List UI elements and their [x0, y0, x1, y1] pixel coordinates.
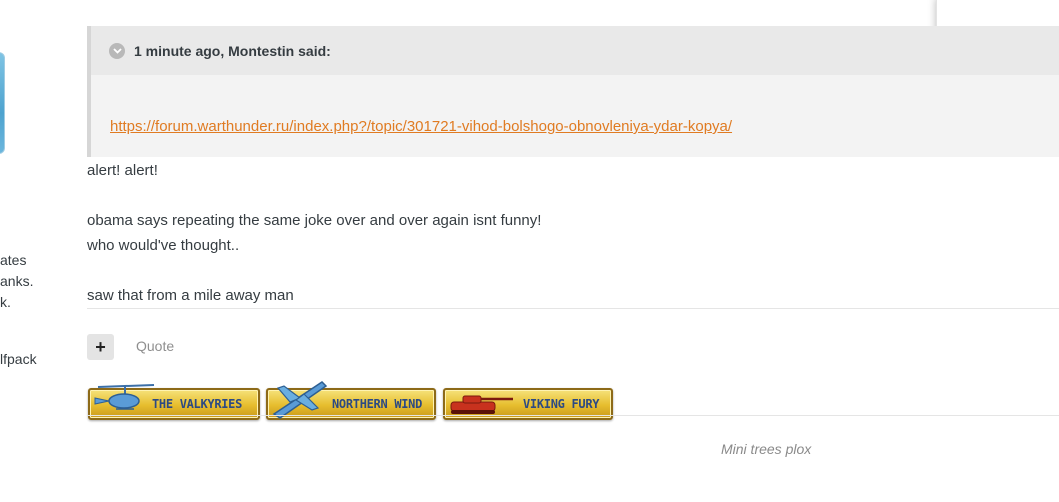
author-info-line: anks.: [0, 273, 34, 289]
post-line-blank: [87, 183, 541, 208]
helicopter-icon: [94, 384, 155, 410]
quote-block: 1 minute ago, Montestin said: https://fo…: [87, 26, 1059, 157]
quote-header[interactable]: 1 minute ago, Montestin said:: [91, 26, 1059, 75]
author-info: ates anks. k.: [0, 250, 33, 313]
post-line-blank: [87, 258, 541, 283]
badge-label: NORTHERN WIND: [332, 397, 423, 411]
quote-button[interactable]: Quote: [136, 338, 174, 354]
badge-label: VIKING FURY: [523, 397, 600, 411]
author-clan: lfpack: [0, 351, 37, 367]
signature-divider: [87, 415, 1059, 416]
post-divider: [87, 308, 1059, 309]
chevron-down-icon[interactable]: [109, 42, 125, 59]
quote-citation: 1 minute ago, Montestin said:: [134, 42, 331, 59]
post-line: obama says repeating the same joke over …: [87, 212, 542, 229]
quoted-link[interactable]: https://forum.warthunder.ru/index.php?/t…: [110, 118, 732, 135]
badge-label: THE VALKYRIES: [152, 397, 243, 411]
multiquote-button[interactable]: +: [87, 334, 114, 360]
author-avatar[interactable]: [0, 52, 5, 154]
user-signature: Mini trees plox: [721, 441, 812, 457]
post-line: saw that from a mile away man: [87, 287, 294, 304]
author-info-line: ates: [0, 252, 27, 268]
post-body: alert! alert! obama says repeating the s…: [87, 158, 541, 308]
post-line: alert! alert!: [87, 162, 158, 179]
forum-post-page: ates anks. k. lfpack 1 minute ago, Monte…: [0, 0, 1059, 502]
post-line: who would've thought..: [87, 237, 240, 254]
author-info-line: k.: [0, 294, 11, 310]
tank-icon: [450, 395, 513, 414]
